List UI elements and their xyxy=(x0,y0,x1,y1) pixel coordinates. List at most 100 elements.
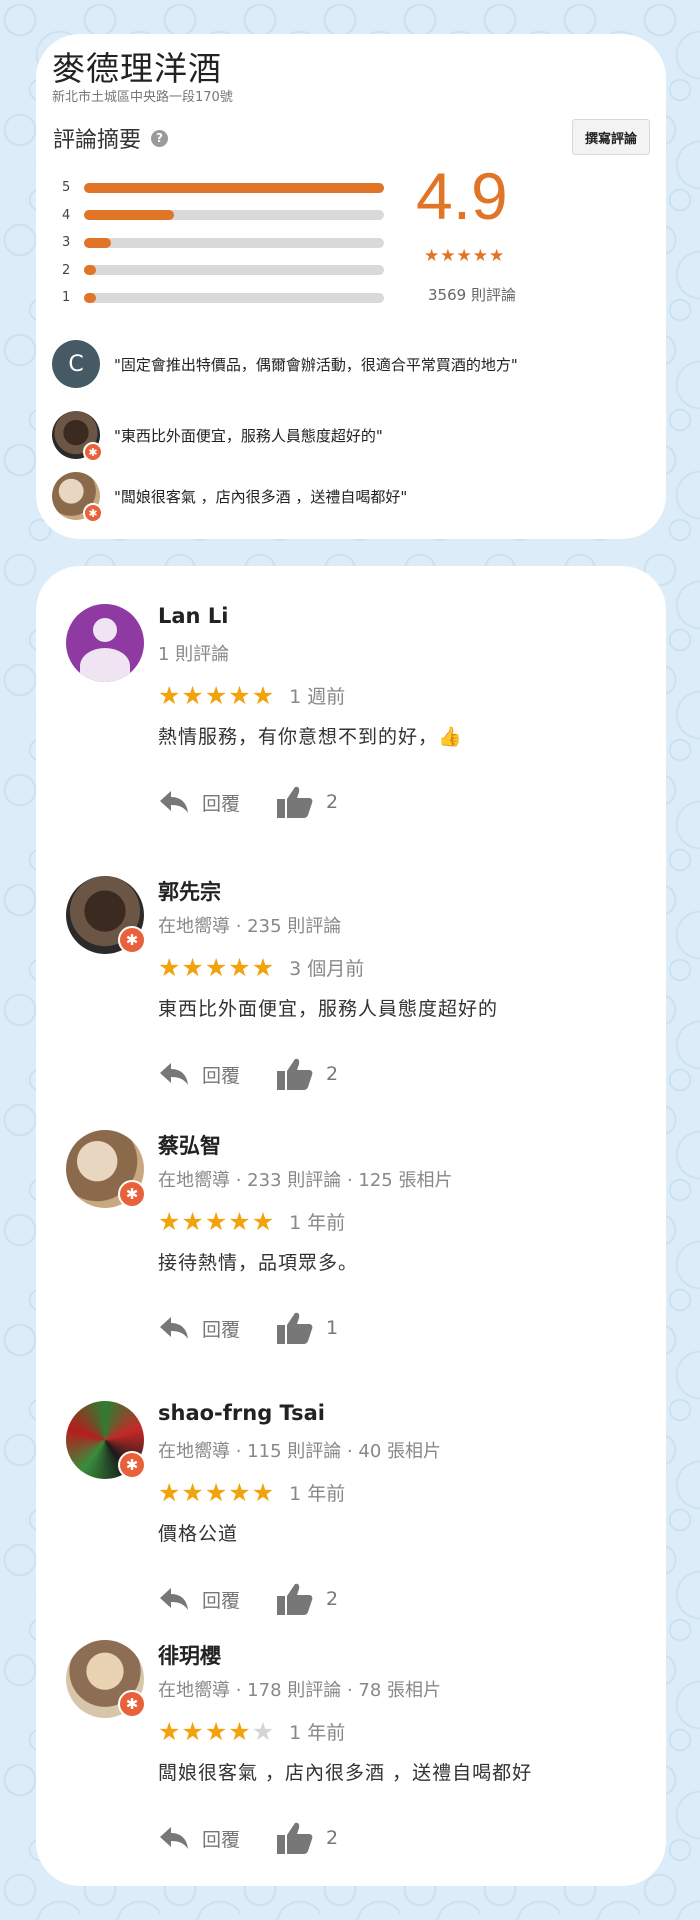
like-button[interactable]: 2 xyxy=(276,1582,338,1616)
write-review-button[interactable]: 撰寫評論 xyxy=(571,119,650,155)
avatar[interactable]: ✱ xyxy=(66,1401,146,1479)
rating-bar-label: 5 xyxy=(62,180,71,196)
rating-bar-label: 1 xyxy=(62,290,71,306)
rating-bar-row: 5 xyxy=(62,174,392,202)
avatar[interactable]: ✱ xyxy=(66,876,146,954)
review-text: 熱情服務，有你意想不到的好，👍 xyxy=(158,726,463,748)
reviewer-name[interactable]: 郭先宗 xyxy=(158,876,648,906)
star-filled-icon: ★ xyxy=(251,952,276,982)
review-body: 徘玥櫻 在地嚮導 · 178 則評論 · 78 張相片 ★★★★★ 1 年前 闆… xyxy=(158,1640,648,1856)
local-guide-badge-icon: ✱ xyxy=(118,1451,146,1479)
local-guide-badge-icon: ✱ xyxy=(118,926,146,954)
star-filled-icon: ★ xyxy=(181,1477,205,1507)
reply-icon xyxy=(158,1586,190,1612)
review-stars: ★★★★★ xyxy=(158,955,275,980)
reviewer-name[interactable]: shao-frng Tsai xyxy=(158,1401,648,1431)
summary-heading: 評論摘要 ? xyxy=(53,122,169,154)
reply-button[interactable]: 回覆 xyxy=(158,1315,240,1342)
rating-distribution: 5 4 3 2 1 xyxy=(62,174,392,312)
star-filled-icon: ★ xyxy=(181,1206,205,1236)
review-actions: 回覆 2 xyxy=(158,1581,648,1617)
star-filled-icon: ★ xyxy=(228,1716,252,1746)
rating-bar-track xyxy=(84,182,384,193)
star-filled-icon: ★ xyxy=(251,680,276,710)
review-snippet[interactable]: ✱ "東西比外面便宜，服務人員態度超好的" xyxy=(52,411,383,462)
reviewer-name[interactable]: 蔡弘智 xyxy=(158,1130,648,1160)
review-actions: 回覆 1 xyxy=(158,1310,648,1346)
rating-bar-track xyxy=(84,210,384,221)
star-filled-icon: ★ xyxy=(158,1477,182,1507)
review-snippet[interactable]: ✱ "闆娘很客氣 ，店內很多酒 ，送禮自喝都好" xyxy=(52,472,408,523)
like-button[interactable]: 2 xyxy=(276,785,338,819)
rating-bar-track xyxy=(84,292,384,303)
reviewer-name[interactable]: 徘玥櫻 xyxy=(158,1640,648,1670)
star-filled-icon: ★ xyxy=(228,952,252,982)
reply-label: 回覆 xyxy=(202,1064,241,1087)
review-stars: ★★★★★ xyxy=(158,1209,275,1234)
star-filled-icon: ★ xyxy=(181,680,205,710)
reply-button[interactable]: 回覆 xyxy=(158,1825,240,1852)
rating-bar-fill xyxy=(84,210,174,221)
reply-button[interactable]: 回覆 xyxy=(158,789,240,816)
summary-heading-label: 評論摘要 xyxy=(53,128,142,153)
like-button[interactable]: 1 xyxy=(276,1311,338,1345)
avatar[interactable] xyxy=(66,604,144,682)
star-filled-icon: ★ xyxy=(158,1206,182,1236)
review-stars: ★★★★★ xyxy=(158,1480,275,1505)
star-filled-icon: ★ xyxy=(204,952,229,982)
avatar[interactable]: ✱ xyxy=(66,1130,146,1208)
reviewer-meta: 在地嚮導 · 178 則評論 · 78 張相片 xyxy=(158,1680,442,1701)
avatar[interactable]: ✱ xyxy=(66,1640,146,1718)
star-filled-icon: ★ xyxy=(204,680,229,710)
review-rating-row: ★★★★★ 1 年前 xyxy=(158,1208,648,1234)
reviewer-name[interactable]: Lan Li xyxy=(158,604,648,634)
snippet-text: "闆娘很客氣 ，店內很多酒 ，送禮自喝都好" xyxy=(114,487,408,506)
star-filled-icon: ★ xyxy=(251,1206,276,1236)
rating-bar-fill xyxy=(84,182,384,193)
star-filled-icon: ★ xyxy=(228,1477,252,1507)
review-count-link[interactable]: 3569 則評論 xyxy=(428,284,516,305)
avatar: ✱ xyxy=(52,472,103,523)
reply-label: 回覆 xyxy=(202,1318,241,1341)
local-guide-badge-icon: ✱ xyxy=(83,503,103,523)
thumbs-up-icon xyxy=(276,1057,314,1091)
like-count: 1 xyxy=(326,1317,339,1339)
review-rating-row: ★★★★★ 1 年前 xyxy=(158,1479,648,1505)
star-filled-icon: ★ xyxy=(158,680,182,710)
reviews-list-card: Lan Li 1 則評論 ★★★★★ 1 週前 熱情服務，有你意想不到的好，👍 … xyxy=(36,566,666,1886)
review-body: 郭先宗 在地嚮導 · 235 則評論 ★★★★★ 3 個月前 東西比外面便宜，服… xyxy=(158,876,648,1092)
reply-icon xyxy=(158,1315,190,1341)
rating-bar-track xyxy=(84,237,384,248)
reply-button[interactable]: 回覆 xyxy=(158,1061,240,1088)
reviewer-meta: 在地嚮導 · 235 則評論 xyxy=(158,916,342,937)
like-button[interactable]: 2 xyxy=(276,1057,338,1091)
help-icon[interactable]: ? xyxy=(151,129,169,147)
review-text: 價格公道 xyxy=(158,1523,239,1545)
thumbs-up-icon xyxy=(276,1311,314,1345)
review-actions: 回覆 2 xyxy=(158,1056,648,1092)
snippet-text: "固定會推出特價品，偶爾會辦活動，很適合平常買酒的地方" xyxy=(114,355,518,374)
review-time: 1 年前 xyxy=(289,1721,346,1744)
review-body: shao-frng Tsai 在地嚮導 · 115 則評論 · 40 張相片 ★… xyxy=(158,1401,648,1617)
local-guide-badge-icon: ✱ xyxy=(83,442,103,462)
store-address: 新北市土城區中央路一段170號 xyxy=(52,90,233,105)
rating-bar-fill xyxy=(84,237,111,248)
rating-bar-track xyxy=(84,265,384,276)
review-rating-row: ★★★★★ 1 年前 xyxy=(158,1718,648,1744)
reply-button[interactable]: 回覆 xyxy=(158,1586,240,1613)
star-filled-icon: ★ xyxy=(228,1206,252,1236)
rating-bar-row: 2 xyxy=(62,257,392,285)
reviewer-meta: 1 則評論 xyxy=(158,644,230,665)
like-count: 2 xyxy=(326,1063,339,1085)
review-body: Lan Li 1 則評論 ★★★★★ 1 週前 熱情服務，有你意想不到的好，👍 … xyxy=(158,604,648,820)
review-snippet[interactable]: C "固定會推出特價品，偶爾會辦活動，很適合平常買酒的地方" xyxy=(52,340,518,388)
rating-bar-row: 3 xyxy=(62,229,392,257)
like-button[interactable]: 2 xyxy=(276,1821,338,1855)
average-rating: 4.9 xyxy=(416,159,508,233)
default-avatar-head xyxy=(93,618,117,642)
star-filled-icon: ★ xyxy=(158,952,182,982)
local-guide-badge-icon: ✱ xyxy=(118,1180,146,1208)
reply-icon xyxy=(158,1061,190,1087)
avatar: C xyxy=(52,340,100,388)
rating-bar-fill xyxy=(84,292,96,303)
